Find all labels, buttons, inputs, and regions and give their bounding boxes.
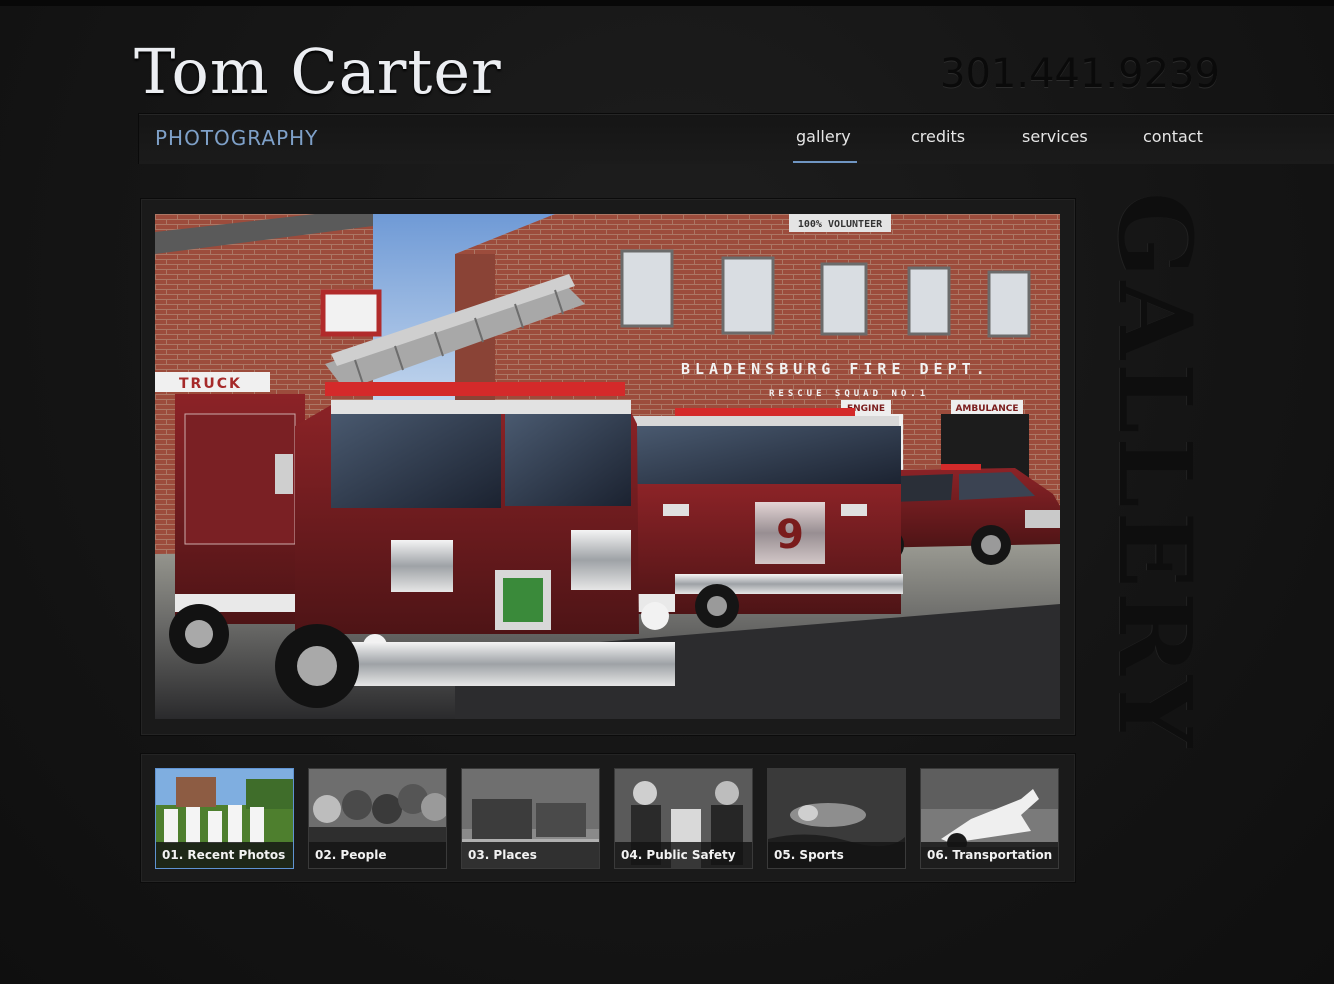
thumb-places[interactable]: 03. Places [461,768,600,869]
nav-contact[interactable]: contact [1143,126,1203,148]
thumb-people[interactable]: 02. People [308,768,447,869]
thumb-label: 04. Public Safety [615,842,752,868]
thumb-public-safety[interactable]: 04. Public Safety [614,768,753,869]
top-strip [0,0,1334,6]
sign-station: BLADENSBURG FIRE DEPT. [681,360,990,378]
phone-number: 301.441.9239 [940,51,1220,97]
main-photo-frame: 100% VOLUNTEER BLADENSBURG FIRE DEPT. RE… [140,198,1076,736]
thumb-transportation[interactable]: 06. Transportation [920,768,1059,869]
thumb-sports[interactable]: 05. Sports [767,768,906,869]
sign-volunteer: 100% VOLUNTEER [798,219,883,230]
thumb-label: 05. Sports [768,842,905,868]
sign-rescue: RESCUE SQUAD NO.1 [769,389,929,399]
nav-credits[interactable]: credits [911,126,965,148]
section-title-vertical: GALLERY [1096,192,1214,752]
thumb-label: 06. Transportation [921,842,1058,868]
sign-ambulance: AMBULANCE [955,404,1018,414]
nav-active-underline [793,161,857,163]
nav-gallery[interactable]: gallery [796,126,851,148]
thumb-label: 01. Recent Photos [156,842,293,868]
nav-bar: PHOTOGRAPHY gallery credits services con… [138,113,1334,164]
thumb-label: 03. Places [462,842,599,868]
nav-services[interactable]: services [1022,126,1088,148]
page: Tom Carter 301.441.9239 PHOTOGRAPHY gall… [0,0,1334,984]
sign-truck: TRUCK [179,376,242,392]
thumb-recent-photos[interactable]: 01. Recent Photos [155,768,294,869]
engine-number: 9 [776,512,804,558]
gallery-thumbnails: 01. Recent Photos 02. People 03. Places … [140,753,1076,883]
site-subtitle: PHOTOGRAPHY [155,126,319,150]
main-photo[interactable]: 100% VOLUNTEER BLADENSBURG FIRE DEPT. RE… [155,214,1060,719]
thumb-label: 02. People [309,842,446,868]
fire-station-photo: 100% VOLUNTEER BLADENSBURG FIRE DEPT. RE… [155,214,1060,719]
site-logo-name[interactable]: Tom Carter [134,36,502,108]
